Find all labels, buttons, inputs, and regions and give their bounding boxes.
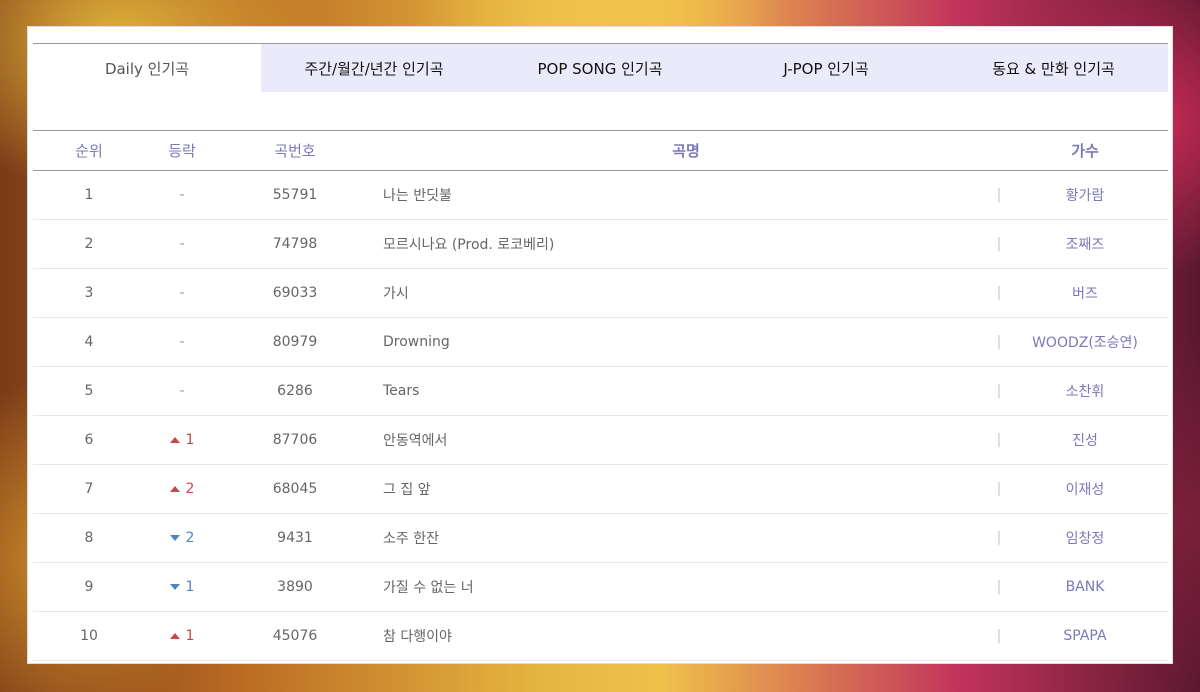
table-body: 1-55791 나는 반딧불 | 황가람 2-74798 모르시나요 (Prod. 로코베… <box>33 171 1168 661</box>
tab-kids-anime[interactable]: 동요 & 만화 인기곡 <box>939 44 1168 92</box>
change-value: 1 <box>185 432 195 448</box>
tab-weekly-monthly-yearly[interactable]: 주간/월간/년간 인기곡 <box>261 44 487 92</box>
artist-cell[interactable]: 조째즈 <box>1002 220 1168 268</box>
table-row[interactable]: 2-74798 모르시나요 (Prod. 로코베리) | 조째즈 <box>33 220 1168 269</box>
rank-cell: 10 <box>80 628 98 644</box>
song-number-cell: 68045 <box>272 481 318 497</box>
change-value: - <box>179 187 185 203</box>
change-cell: 1 <box>145 563 219 611</box>
song-number-cell: 3890 <box>277 579 313 595</box>
change-value: - <box>179 285 185 301</box>
artist-cell[interactable]: 소찬휘 <box>1002 367 1168 415</box>
header-change: 등락 <box>168 142 196 160</box>
table-row[interactable]: 9 1 3890 가질 수 없는 너 | BANK <box>33 563 1168 612</box>
artist-cell[interactable]: 황가람 <box>1002 171 1168 219</box>
change-cell: - <box>145 367 219 415</box>
change-value: 1 <box>185 628 195 644</box>
song-number-cell: 80979 <box>272 334 318 350</box>
tab-pop-song[interactable]: POP SONG 인기곡 <box>487 44 713 92</box>
rank-cell: 3 <box>84 285 94 301</box>
arrow-up-icon <box>169 486 180 492</box>
chart-panel: Daily 인기곡 주간/월간/년간 인기곡 POP SONG 인기곡 J-PO… <box>27 26 1173 664</box>
arrow-up-icon <box>169 437 180 443</box>
table-row[interactable]: 6 1 87706 안동역에서 | 진성 <box>33 416 1168 465</box>
song-title-cell[interactable]: 안동역에서 <box>383 416 993 464</box>
artist-cell[interactable]: 버즈 <box>1002 269 1168 317</box>
table-header: 순위 등락 곡번호 곡명 가수 <box>33 131 1168 171</box>
song-number-cell: 6286 <box>277 383 313 399</box>
change-cell: 1 <box>145 416 219 464</box>
artist-cell[interactable]: 진성 <box>1002 416 1168 464</box>
header-artist: 가수 <box>1071 142 1099 160</box>
song-title-cell[interactable]: 가시 <box>383 269 993 317</box>
rank-cell: 1 <box>84 187 94 203</box>
artist-cell[interactable]: 임창정 <box>1002 514 1168 562</box>
change-value: 2 <box>185 481 195 497</box>
artist-cell[interactable]: 이재성 <box>1002 465 1168 513</box>
change-value: - <box>179 334 185 350</box>
song-number-cell: 87706 <box>272 432 318 448</box>
song-ranking-table: 순위 등락 곡번호 곡명 가수 1-55791 나는 반딧불 | 황가람 2-74798… <box>33 130 1168 661</box>
chart-tabs: Daily 인기곡 주간/월간/년간 인기곡 POP SONG 인기곡 J-PO… <box>33 43 1168 92</box>
rank-cell: 7 <box>84 481 94 497</box>
table-row[interactable]: 7 2 68045 그 집 앞 | 이재성 <box>33 465 1168 514</box>
change-cell: - <box>145 220 219 268</box>
arrow-down-icon <box>169 584 180 590</box>
song-title-cell[interactable]: 소주 한잔 <box>383 514 993 562</box>
table-row[interactable]: 3-69033 가시 | 버즈 <box>33 269 1168 318</box>
artist-cell[interactable]: SPAPA <box>1002 612 1168 660</box>
change-cell: 1 <box>145 612 219 660</box>
arrow-down-icon <box>169 535 180 541</box>
artist-cell[interactable]: BANK <box>1002 563 1168 611</box>
song-number-cell: 69033 <box>272 285 318 301</box>
tab-daily[interactable]: Daily 인기곡 <box>33 44 261 92</box>
table-row[interactable]: 10 1 45076 참 다행이야 | SPAPA <box>33 612 1168 661</box>
table-row[interactable]: 4-80979 Drowning | WOODZ(조승연) <box>33 318 1168 367</box>
song-title-cell[interactable]: 모르시나요 (Prod. 로코베리) <box>383 220 993 268</box>
change-cell: 2 <box>145 514 219 562</box>
song-number-cell: 45076 <box>272 628 318 644</box>
rank-cell: 6 <box>84 432 94 448</box>
song-title-cell[interactable]: 나는 반딧불 <box>383 171 993 219</box>
change-value: - <box>179 236 185 252</box>
tab-jpop[interactable]: J-POP 인기곡 <box>713 44 939 92</box>
table-row[interactable]: 8 2 9431 소주 한잔 | 임창정 <box>33 514 1168 563</box>
change-value: 2 <box>185 530 195 546</box>
song-number-cell: 55791 <box>272 187 318 203</box>
change-cell: - <box>145 269 219 317</box>
table-row[interactable]: 5-6286 Tears | 소찬휘 <box>33 367 1168 416</box>
change-cell: - <box>145 318 219 366</box>
change-cell: 2 <box>145 465 219 513</box>
song-title-cell[interactable]: 참 다행이야 <box>383 612 993 660</box>
arrow-up-icon <box>169 633 180 639</box>
song-number-cell: 74798 <box>272 236 318 252</box>
song-number-cell: 9431 <box>277 530 313 546</box>
table-row[interactable]: 1-55791 나는 반딧불 | 황가람 <box>33 171 1168 220</box>
header-number: 곡번호 <box>274 142 316 160</box>
artist-cell[interactable]: WOODZ(조승연) <box>1002 318 1168 366</box>
change-value: 1 <box>185 579 195 595</box>
header-title: 곡명 <box>672 142 700 160</box>
song-title-cell[interactable]: Tears <box>383 367 993 415</box>
song-title-cell[interactable]: 그 집 앞 <box>383 465 993 513</box>
rank-cell: 9 <box>84 579 94 595</box>
change-value: - <box>179 383 185 399</box>
rank-cell: 5 <box>84 383 94 399</box>
rank-cell: 2 <box>84 236 94 252</box>
rank-cell: 8 <box>84 530 94 546</box>
song-title-cell[interactable]: 가질 수 없는 너 <box>383 563 993 611</box>
song-title-cell[interactable]: Drowning <box>383 318 993 366</box>
header-rank: 순위 <box>75 142 103 160</box>
rank-cell: 4 <box>84 334 94 350</box>
change-cell: - <box>145 171 219 219</box>
